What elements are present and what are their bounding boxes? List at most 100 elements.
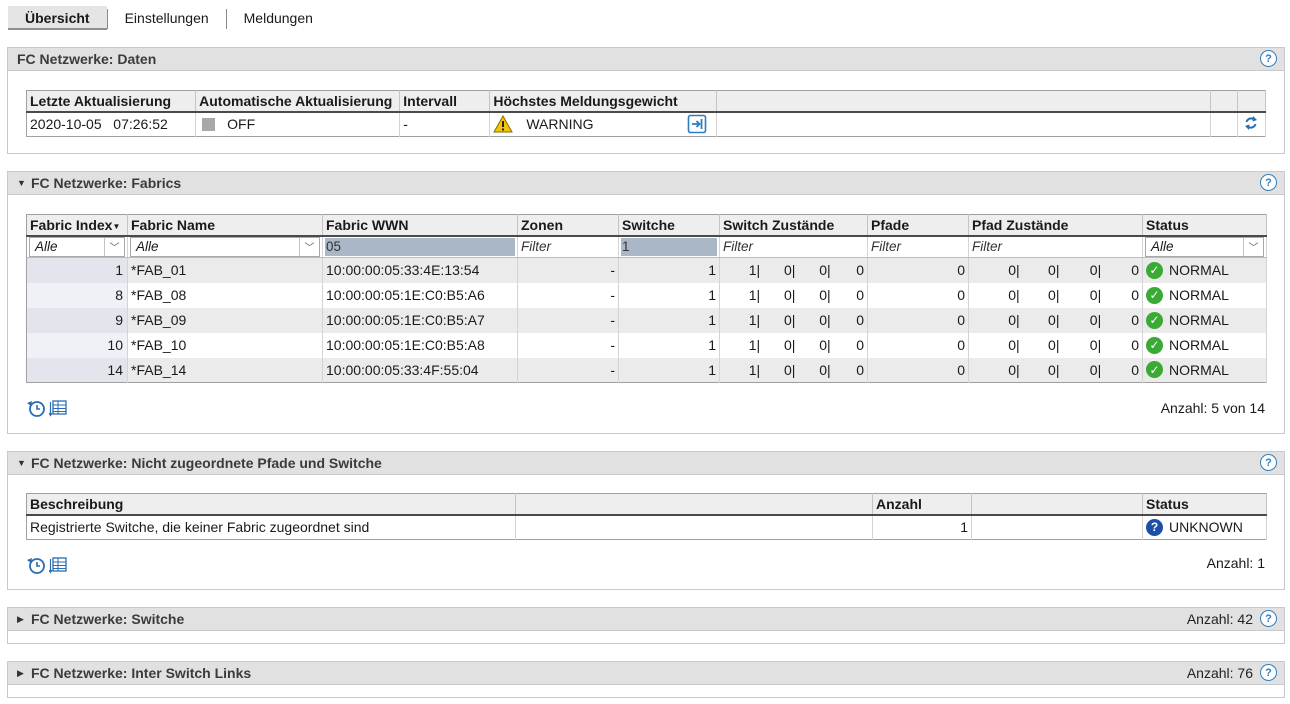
switch-states-cell: 1| 0| 0| 0 xyxy=(719,307,868,333)
refresh-icon[interactable] xyxy=(1244,115,1258,131)
tab-meldungen[interactable]: Meldungen xyxy=(227,6,330,30)
filter-pfad-states-input[interactable]: Filter xyxy=(971,238,1140,256)
collapse-triangle-icon[interactable]: ▼ xyxy=(17,178,31,188)
filter-name-select[interactable]: Alle ﹀ xyxy=(130,236,320,257)
col-header[interactable]: Status xyxy=(1142,214,1267,237)
panel-fabrics: ▼ FC Netzwerke: Fabrics ? Fabric Index▼ … xyxy=(7,171,1285,434)
state-value: 0| xyxy=(1008,262,1020,279)
fabric-name-cell: *FAB_08 xyxy=(127,282,323,308)
column-settings-icon[interactable] xyxy=(49,399,67,417)
count-cell: 1 xyxy=(872,514,972,540)
help-icon[interactable]: ? xyxy=(1260,174,1277,191)
check-circle-icon: ✓ xyxy=(1146,261,1163,279)
help-icon[interactable]: ? xyxy=(1260,454,1277,471)
state-value: 0 xyxy=(1131,312,1139,328)
empty-cell xyxy=(971,514,1143,540)
fabric-name-cell: *FAB_09 xyxy=(127,307,323,333)
col-header[interactable]: Pfade xyxy=(867,214,969,237)
unassigned-table: Beschreibung Anzahl Status Registrierte … xyxy=(26,493,1267,540)
switches-count: Anzahl: 42 xyxy=(1186,610,1253,627)
fabrics-count: Anzahl: 5 von 14 xyxy=(1160,400,1265,416)
help-icon[interactable]: ? xyxy=(1260,664,1277,681)
table-row[interactable]: 9 *FAB_09 10:00:00:05:1E:C0:B5:A7-1 1| 0| 0| 0… xyxy=(26,307,1267,333)
col-header-empty xyxy=(1210,90,1238,113)
table-row[interactable]: Registrierte Switche, die keiner Fabric … xyxy=(26,514,1267,540)
col-header[interactable]: Status xyxy=(1142,493,1267,516)
export-icon[interactable] xyxy=(687,114,707,134)
filter-zonen-input[interactable]: Filter xyxy=(520,238,616,256)
fabric-index-cell: 14 xyxy=(26,357,128,383)
switche-cell: 1 xyxy=(618,307,720,333)
check-circle-icon: ✓ xyxy=(1146,286,1163,304)
help-icon[interactable]: ? xyxy=(1260,610,1277,627)
empty-cell xyxy=(716,111,1211,137)
empty-cell xyxy=(515,514,873,540)
panel-title: FC Netzwerke: Nicht zugeordnete Pfade un… xyxy=(31,455,382,471)
col-header-fabric-index[interactable]: Fabric Index▼ xyxy=(26,214,128,237)
collapse-triangle-icon[interactable]: ▼ xyxy=(17,458,31,468)
state-value: 0| xyxy=(1048,287,1060,303)
state-value: 0| xyxy=(784,287,796,303)
panel-header[interactable]: ▶ FC Netzwerke: Inter Switch Links Anzah… xyxy=(8,662,1284,685)
col-header[interactable]: Switch Zustände xyxy=(719,214,868,237)
panel-header[interactable]: ▼ FC Netzwerke: Nicht zugeordnete Pfade … xyxy=(8,452,1284,475)
filter-wwn-input[interactable]: 05 xyxy=(325,237,515,256)
filter-pfade-input[interactable]: Filter xyxy=(870,238,966,256)
col-header[interactable]: Automatische Aktualisierung xyxy=(195,90,401,113)
table-header-row: Beschreibung Anzahl Status xyxy=(26,493,1267,516)
table-row[interactable]: 8 *FAB_08 10:00:00:05:1E:C0:B5:A6-1 1| 0| 0| 0… xyxy=(26,282,1267,308)
col-header[interactable]: Letzte Aktualisierung xyxy=(26,90,197,113)
switche-cell: 1 xyxy=(618,257,720,283)
table-row[interactable]: 14 *FAB_14 10:00:00:05:33:4F:55:04-1 1| 0| 0|… xyxy=(26,357,1267,383)
col-header[interactable]: Beschreibung xyxy=(26,493,516,516)
filter-switch-states-input[interactable]: Filter xyxy=(722,238,865,256)
status-text: NORMAL xyxy=(1169,312,1229,328)
state-value: 0| xyxy=(784,337,796,353)
status-cell: ✓ NORMAL xyxy=(1142,332,1267,358)
status-text: NORMAL xyxy=(1169,262,1229,279)
tab-einstellungen[interactable]: Einstellungen xyxy=(108,6,226,30)
column-settings-icon[interactable] xyxy=(49,556,67,574)
col-header[interactable]: Intervall xyxy=(399,90,491,113)
switch-states-cell: 1| 0| 0| 0 xyxy=(719,282,868,308)
unassigned-count: Anzahl: 1 xyxy=(1206,555,1265,571)
filter-status-select[interactable]: Alle ﹀ xyxy=(1145,236,1264,257)
panel-title: FC Netzwerke: Fabrics xyxy=(31,175,182,191)
history-icon[interactable] xyxy=(26,398,46,418)
col-header[interactable]: Switche xyxy=(618,214,720,237)
panel-header[interactable]: ▶ FC Netzwerke: Switche Anzahl: 42 ? xyxy=(8,608,1284,631)
panel-daten: FC Netzwerke: Daten ? Letzte Aktualisier… xyxy=(7,47,1285,154)
dropdown-icon: ﹀ xyxy=(104,237,124,256)
filter-switche-input[interactable]: 1 xyxy=(621,237,717,256)
state-value: 0| xyxy=(819,287,831,303)
panel-title: FC Netzwerke: Inter Switch Links xyxy=(31,665,252,681)
last-update-time: 07:26:52 xyxy=(113,116,168,133)
col-header[interactable]: Anzahl xyxy=(872,493,972,516)
auto-update-checkbox[interactable] xyxy=(202,118,216,132)
panel-isl: ▶ FC Netzwerke: Inter Switch Links Anzah… xyxy=(7,661,1285,698)
state-value: 0 xyxy=(856,361,864,378)
question-circle-icon: ? xyxy=(1146,518,1163,536)
tab-uebersicht[interactable]: Übersicht xyxy=(8,6,107,30)
table-row[interactable]: 10 *FAB_10 10:00:00:05:1E:C0:B5:A8-1 1| 0| 0|… xyxy=(26,332,1267,358)
expand-triangle-icon[interactable]: ▶ xyxy=(17,614,31,625)
table-row[interactable]: 1 *FAB_01 10:00:00:05:33:4E:13:54-1 1| 0| 0| 0… xyxy=(26,257,1267,283)
check-circle-icon: ✓ xyxy=(1146,311,1163,329)
state-value: 0| xyxy=(784,312,796,328)
col-header[interactable]: Fabric Name xyxy=(127,214,323,237)
help-icon[interactable]: ? xyxy=(1260,50,1277,67)
fabric-index-cell: 9 xyxy=(26,307,128,333)
col-header[interactable]: Zonen xyxy=(517,214,619,237)
filter-index-select[interactable]: Alle ﹀ xyxy=(29,236,125,257)
state-value: 1| xyxy=(748,337,761,353)
col-header[interactable]: Pfad Zustände xyxy=(968,214,1143,237)
col-header[interactable]: Fabric WWN xyxy=(322,214,518,237)
panel-header[interactable]: ▼ FC Netzwerke: Fabrics ? xyxy=(8,172,1284,195)
pfade-cell: 0 xyxy=(867,257,969,283)
top-tab-bar: Übersicht Einstellungen Meldungen xyxy=(8,6,330,30)
history-icon[interactable] xyxy=(26,555,46,575)
col-header[interactable]: Höchstes Meldungsgewicht xyxy=(489,90,717,113)
status-cell: ✓ NORMAL xyxy=(1142,357,1267,383)
state-value: 0| xyxy=(1048,312,1060,328)
expand-triangle-icon[interactable]: ▶ xyxy=(17,668,31,679)
